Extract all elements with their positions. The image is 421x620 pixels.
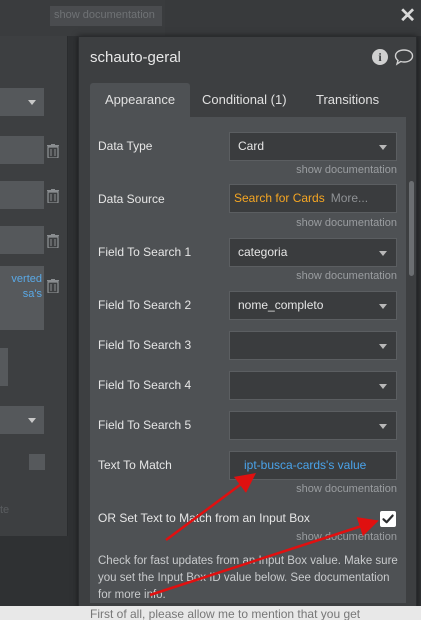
field-to-search-5-label: Field To Search 5 — [98, 418, 192, 432]
field-to-search-4-label: Field To Search 4 — [98, 378, 192, 392]
left-dropdown[interactable] — [0, 406, 44, 434]
left-input[interactable] — [0, 136, 44, 164]
panel-title: schauto-geral — [90, 49, 181, 66]
appearance-tab-content: Data Type Card show documentation Data S… — [90, 117, 406, 603]
data-type-dropdown[interactable]: Card — [229, 132, 397, 161]
left-expression-field[interactable]: verted sa's — [0, 266, 44, 330]
tab-bar: Appearance Conditional (1) Transitions — [90, 83, 406, 117]
data-source-field[interactable]: Search for Cards More... — [229, 184, 397, 213]
info-icon[interactable]: i — [372, 49, 388, 65]
show-documentation-link[interactable]: show documentation — [229, 270, 397, 282]
background-shade — [165, 0, 421, 36]
field-to-search-3-label: Field To Search 3 — [98, 338, 192, 352]
left-faint-text: te — [0, 504, 10, 516]
help-text: Check for fast updates from an Input Box… — [98, 555, 398, 601]
tab-appearance[interactable]: Appearance — [90, 83, 191, 117]
show-documentation-link[interactable]: show documentation — [229, 483, 397, 495]
left-input[interactable] — [0, 181, 44, 209]
data-source-value[interactable]: Search for Cards — [234, 191, 325, 205]
left-checkbox[interactable] — [29, 454, 45, 470]
field-to-search-4-dropdown[interactable] — [229, 371, 397, 400]
text-to-match-label: Text To Match — [98, 458, 172, 472]
show-documentation-link[interactable]: show documentation — [229, 164, 397, 176]
trash-icon[interactable] — [47, 279, 59, 293]
property-editor-panel: schauto-geral i Appearance Conditional (… — [78, 36, 417, 609]
text-to-match-field[interactable]: ipt-busca-cards's value — [229, 451, 397, 480]
data-source-more[interactable]: More... — [331, 191, 368, 205]
tab-conditional[interactable]: Conditional (1) — [202, 83, 287, 117]
left-dropdown[interactable] — [0, 88, 44, 116]
left-input[interactable] — [0, 226, 44, 254]
data-type-label: Data Type — [98, 139, 153, 153]
close-icon[interactable]: ✕ — [399, 6, 416, 26]
field-to-search-5-dropdown[interactable] — [229, 411, 397, 440]
field-to-search-3-dropdown[interactable] — [229, 331, 397, 360]
field-to-search-1-dropdown[interactable]: categoria — [229, 238, 397, 267]
left-property-panel: verted sa's te — [0, 36, 68, 536]
comment-icon[interactable] — [394, 48, 414, 66]
trash-icon[interactable] — [47, 144, 59, 158]
field-to-search-1-label: Field To Search 1 — [98, 245, 192, 259]
show-documentation-link[interactable]: show documentation — [229, 217, 397, 229]
background-page-text: First of all, please allow me to mention… — [0, 606, 421, 620]
panel-header: schauto-geral i — [79, 37, 416, 79]
background-doc-hint: show documentation — [50, 6, 162, 26]
scrollbar-thumb[interactable] — [409, 181, 414, 276]
trash-icon[interactable] — [47, 234, 59, 248]
trash-icon[interactable] — [47, 189, 59, 203]
field-to-search-2-label: Field To Search 2 — [98, 298, 192, 312]
input-box-checkbox[interactable] — [380, 511, 396, 527]
tab-transitions[interactable]: Transitions — [316, 83, 379, 117]
data-source-label: Data Source — [98, 192, 165, 206]
checkmark-icon — [382, 514, 394, 524]
show-documentation-link[interactable]: show documentation — [229, 531, 397, 543]
input-box-option-label: OR Set Text to Match from an Input Box — [98, 511, 310, 525]
field-to-search-2-dropdown[interactable]: nome_completo — [229, 291, 397, 320]
text-to-match-value[interactable]: ipt-busca-cards's value — [244, 458, 366, 472]
left-box[interactable] — [0, 348, 8, 386]
